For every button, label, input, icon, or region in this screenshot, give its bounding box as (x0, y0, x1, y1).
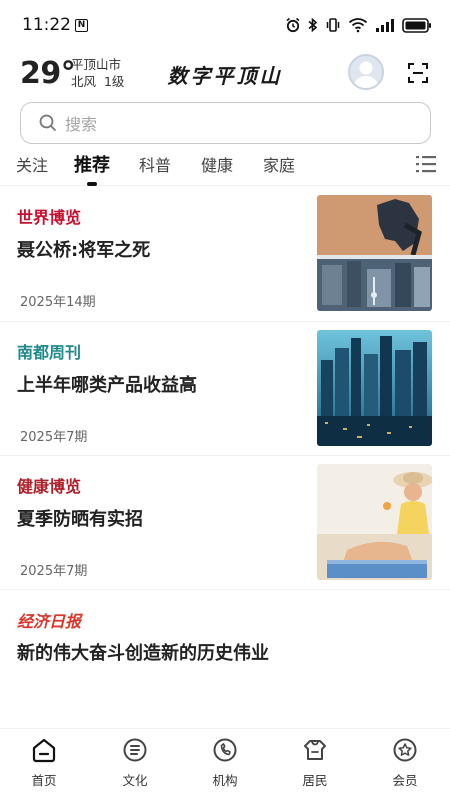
nfc-icon: N (75, 18, 88, 32)
institution-icon (213, 738, 237, 762)
article-item[interactable]: 南都周刊 上半年哪类产品收益高 2025年7期 (0, 322, 450, 456)
article-date: 2025年7期 (20, 430, 88, 445)
search-placeholder: 搜索 (65, 115, 98, 134)
article-thumbnail (317, 195, 432, 311)
category-tabs: 关注 推荐 科普 健康 家庭 (0, 146, 450, 186)
article-source: 世界博览 (17, 208, 82, 227)
tab-indicator (87, 182, 97, 186)
home-icon (32, 738, 56, 763)
wifi-icon (348, 18, 368, 33)
nav-label: 机构 (212, 773, 238, 788)
scan-icon[interactable] (407, 62, 429, 84)
article-thumbnail (317, 464, 432, 580)
nav-label: 文化 (122, 773, 148, 788)
alarm-icon (286, 17, 300, 33)
nav-culture[interactable]: 文化 (105, 737, 165, 789)
status-time: 11:22 N (22, 15, 88, 35)
culture-icon (123, 738, 147, 762)
nav-home[interactable]: 首页 (14, 737, 74, 789)
article-title: 新的伟大奋斗创造新的历史伟业 (17, 643, 269, 664)
search-input[interactable]: 搜索 (20, 102, 431, 144)
vibrate-icon (326, 18, 340, 32)
member-icon (393, 738, 417, 762)
nav-label: 居民 (302, 773, 328, 788)
avatar[interactable] (348, 54, 384, 90)
article-item[interactable]: 经济日报 新的伟大奋斗创造新的历史伟业 (0, 590, 450, 700)
bottom-nav: 首页 文化 机构 居民 会员 (0, 728, 450, 800)
signal-icon (376, 19, 394, 32)
nav-label: 会员 (392, 773, 418, 788)
article-item[interactable]: 世界博览 聂公桥:将军之死 2025年14期 (0, 187, 450, 322)
tab-follow[interactable]: 关注 (16, 152, 48, 176)
clock-text: 11:22 (22, 15, 71, 35)
user-icon (353, 61, 379, 88)
nav-institution[interactable]: 机构 (195, 737, 255, 789)
app-header: 29° 平顶山市 北风 1级 数字平顶山 (0, 50, 450, 98)
nav-label: 首页 (31, 773, 57, 788)
tab-family[interactable]: 家庭 (263, 152, 295, 176)
article-title: 聂公桥:将军之死 (17, 240, 151, 261)
article-thumbnail (317, 330, 432, 446)
article-source: 经济日报 (17, 612, 82, 631)
article-source: 南都周刊 (17, 343, 82, 362)
article-title: 上半年哪类产品收益高 (17, 375, 197, 396)
article-date: 2025年7期 (20, 564, 88, 579)
article-title: 夏季防晒有实招 (17, 509, 143, 530)
resident-icon (304, 740, 326, 760)
article-item[interactable]: 健康博览 夏季防晒有实招 2025年7期 (0, 456, 450, 590)
nav-member[interactable]: 会员 (375, 737, 435, 789)
bluetooth-icon (308, 17, 318, 33)
status-bar: 11:22 N (0, 0, 450, 50)
tab-recommend[interactable]: 推荐 (74, 151, 110, 177)
article-date: 2025年14期 (20, 295, 96, 310)
tab-science[interactable]: 科普 (139, 152, 171, 176)
tab-health[interactable]: 健康 (201, 152, 233, 176)
article-source: 健康博览 (17, 477, 82, 496)
nav-resident[interactable]: 居民 (285, 737, 345, 789)
search-icon (39, 114, 57, 132)
status-icons (285, 17, 432, 33)
battery-icon (402, 17, 431, 33)
menu-list-icon[interactable] (415, 154, 437, 174)
